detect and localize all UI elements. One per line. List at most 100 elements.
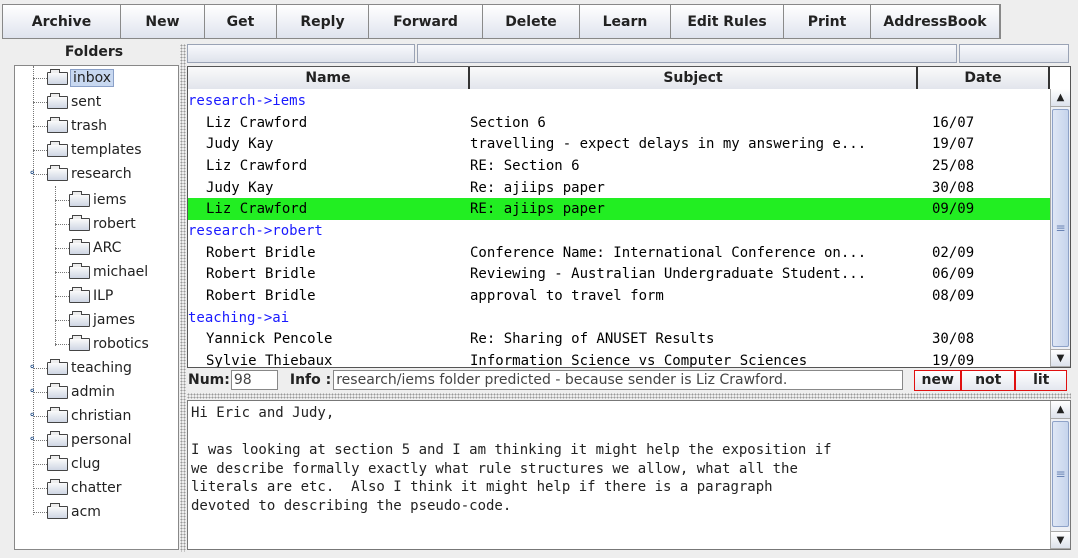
folder-icon (47, 478, 68, 495)
archive-button[interactable]: Archive (3, 5, 121, 38)
date-cell: 25/08 (932, 157, 975, 174)
folder-inbox[interactable]: inbox (47, 68, 115, 88)
folder-label: james (93, 312, 136, 328)
message-row[interactable]: Robert Bridle Conference Name: Internatio… (188, 242, 1050, 264)
message-row[interactable]: Liz Crawford Section 6 16/07 (188, 112, 1050, 134)
folder-admin[interactable]: admin (47, 382, 115, 402)
folder-trash[interactable]: trash (47, 116, 107, 136)
sender-cell: Liz Crawford (206, 201, 308, 218)
tree-branch (55, 224, 69, 225)
folder-arc[interactable]: ARC (69, 238, 121, 258)
subject-cell: Section 6 (470, 114, 546, 131)
tree-branch (55, 272, 69, 273)
tree-branch (33, 174, 47, 175)
folder-james[interactable]: james (69, 310, 135, 330)
sender-cell: Robert Bridle (206, 288, 316, 305)
tree-branch (33, 392, 47, 393)
arrow-down-icon[interactable]: ▼ (1051, 349, 1070, 367)
folder-icon (47, 358, 68, 375)
info-field[interactable]: research/iems folder predicted - because… (333, 370, 904, 390)
message-rows: research->iems Liz Crawford Section 6 16/07… (188, 90, 1050, 367)
message-row[interactable]: Yannick Pencole Re: Sharing of ANUSET Res… (188, 329, 1050, 351)
message-row[interactable]: Liz Crawford RE: Section 6 25/08 (188, 155, 1050, 177)
scroll-thumb[interactable] (1052, 109, 1069, 347)
folder-michael[interactable]: michael (69, 262, 148, 282)
arrow-down-icon[interactable]: ▼ (1051, 531, 1070, 549)
tree-branch (33, 464, 47, 465)
delete-button[interactable]: Delete (483, 5, 580, 38)
arrow-up-icon[interactable]: ▲ (1051, 401, 1070, 419)
tree-branch (33, 78, 47, 79)
date-cell: 16/07 (932, 114, 975, 131)
new-button[interactable]: New (121, 5, 205, 38)
message-row[interactable]: Judy Kay Re: ajiips paper 30/08 (188, 177, 1050, 199)
folder-christian[interactable]: christian (47, 406, 131, 426)
not-rule-button[interactable]: not (961, 369, 1016, 391)
reply-button[interactable]: Reply (277, 5, 369, 38)
edit-rules-button[interactable]: Edit Rules (671, 5, 784, 38)
tree-branch (33, 368, 47, 369)
tree-branch (33, 416, 47, 417)
scroll-thumb[interactable] (1052, 421, 1069, 527)
folder-icon (69, 286, 90, 303)
folder-label: robert (93, 216, 136, 232)
horizontal-splitter[interactable] (187, 393, 1071, 399)
message-row[interactable]: Judy Kay travelling - expect delays in my… (188, 133, 1050, 155)
sender-cell: Judy Kay (206, 179, 274, 196)
column-header-subject[interactable]: Subject (470, 67, 918, 89)
folder-teaching[interactable]: teaching (47, 358, 132, 378)
subject-cell: travelling - expect delays in my answeri… (470, 136, 867, 153)
sender-cell: Robert Bridle (206, 244, 316, 261)
group-label: research->iems (188, 92, 307, 109)
strip-cell (187, 44, 415, 63)
learn-button[interactable]: Learn (580, 5, 671, 38)
new-rule-button[interactable]: new (914, 369, 962, 391)
folder-label: christian (71, 408, 132, 424)
subject-cell: Re: Sharing of ANUSET Results (470, 331, 715, 348)
sender-cell: Liz Crawford (206, 157, 308, 174)
subject-cell: Conference Name: International Conferenc… (470, 244, 867, 261)
folder-personal[interactable]: personal (47, 430, 131, 450)
folder-label: trash (71, 118, 107, 134)
tree-line (33, 66, 34, 170)
folder-label: robotics (93, 336, 149, 352)
folder-templates[interactable]: templates (47, 140, 142, 160)
folder-research[interactable]: research (47, 164, 132, 184)
folder-acm[interactable]: acm (47, 502, 101, 522)
folder-sent[interactable]: sent (47, 92, 101, 112)
folder-clug[interactable]: clug (47, 454, 100, 474)
message-scrollbar[interactable]: ▲ ▼ (1050, 89, 1070, 367)
message-body-text[interactable]: Hi Eric and Judy, I was looking at secti… (191, 404, 1046, 515)
group-label: research->robert (188, 222, 323, 239)
body-scrollbar[interactable]: ▲ ▼ (1050, 401, 1070, 549)
folder-robert[interactable]: robert (69, 214, 136, 234)
folder-iems[interactable]: iems (69, 190, 126, 210)
folder-chatter[interactable]: chatter (47, 478, 122, 498)
group-row[interactable]: research->iems (188, 90, 1050, 112)
addressbook-button[interactable]: AddressBook (871, 5, 1000, 38)
folder-icon (47, 116, 68, 133)
message-row[interactable]: Liz Crawford RE: ajiips paper 09/09 (188, 198, 1050, 221)
sender-cell: Robert Bridle (206, 266, 316, 283)
folder-icon (47, 140, 68, 157)
folder-ilp[interactable]: ILP (69, 286, 113, 306)
subject-cell: RE: Section 6 (470, 157, 580, 174)
folder-label: ILP (93, 288, 114, 304)
get-button[interactable]: Get (205, 5, 277, 38)
group-row[interactable]: teaching->ai (188, 307, 1050, 329)
folder-icon (47, 454, 68, 471)
column-header-name[interactable]: Name (188, 67, 470, 89)
lit-rule-button[interactable]: lit (1015, 369, 1068, 391)
vertical-splitter[interactable] (180, 44, 186, 552)
message-row[interactable]: Robert Bridle Reviewing - Australian Unde… (188, 264, 1050, 286)
message-row[interactable]: Robert Bridle approval to travel form 08/0… (188, 285, 1050, 307)
print-button[interactable]: Print (784, 5, 871, 38)
forward-button[interactable]: Forward (369, 5, 483, 38)
num-field[interactable]: 98 (230, 370, 278, 390)
column-header-date[interactable]: Date (918, 67, 1050, 89)
message-row[interactable]: Sylvie Thiebaux Information Science vs Co… (188, 350, 1050, 367)
arrow-up-icon[interactable]: ▲ (1051, 89, 1070, 107)
subject-cell: RE: ajiips paper (470, 201, 605, 218)
group-row[interactable]: research->robert (188, 220, 1050, 242)
folder-robotics[interactable]: robotics (69, 334, 149, 354)
